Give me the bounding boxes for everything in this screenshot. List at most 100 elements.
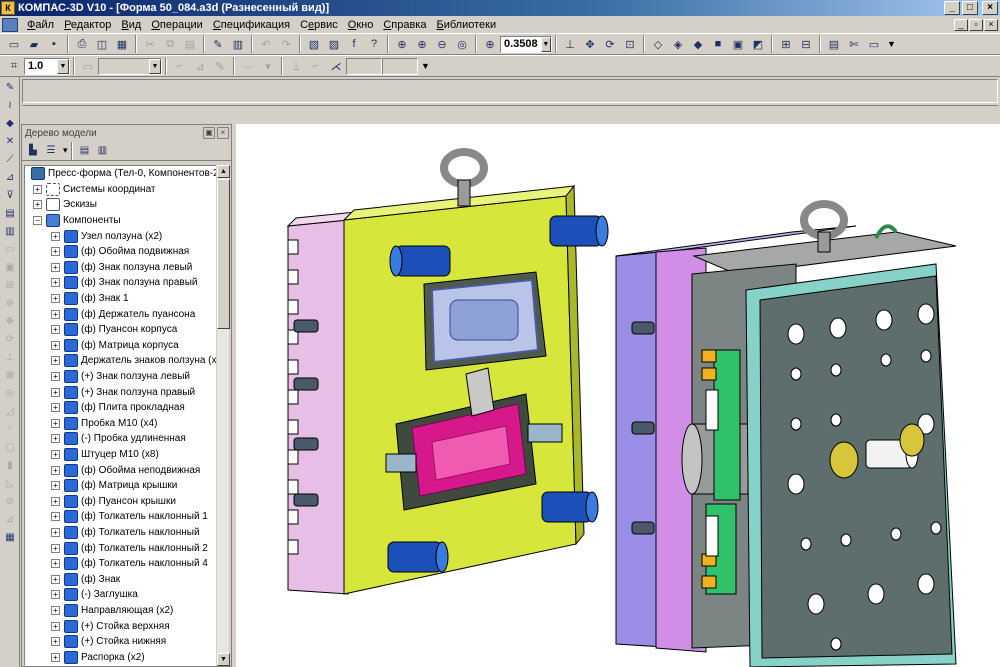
- chevron-down-icon[interactable]: ▼: [887, 39, 896, 49]
- tree-component-item[interactable]: + (ф) Пуансон корпуса: [25, 322, 219, 338]
- reports-icon[interactable]: ▥: [2, 223, 18, 239]
- expand-icon[interactable]: +: [51, 278, 60, 288]
- tree-component-item[interactable]: + (ф) Толкатель наклонный: [25, 525, 219, 541]
- grid-step-icon[interactable]: ⌗: [5, 57, 23, 75]
- bindings-icon[interactable]: ⋌: [327, 57, 345, 75]
- expand-icon[interactable]: +: [51, 605, 60, 615]
- tree-node-coordinate-systems[interactable]: + Системы координат: [25, 182, 219, 198]
- cut-icon[interactable]: ✂: [141, 35, 159, 53]
- rotate-component-icon[interactable]: ⟳: [2, 331, 18, 347]
- expand-icon[interactable]: +: [51, 325, 60, 335]
- menu-operations[interactable]: Операции: [146, 19, 207, 31]
- section-icon[interactable]: ⊟: [797, 35, 815, 53]
- tree-component-item[interactable]: + (ф) Знак: [25, 571, 219, 587]
- variables-icon[interactable]: ▧: [305, 35, 323, 53]
- rib-icon[interactable]: ▮: [2, 457, 18, 473]
- function-icon[interactable]: f: [345, 35, 363, 53]
- open-file-icon[interactable]: ▰: [25, 35, 43, 53]
- zoom-window-icon[interactable]: ⊕: [393, 35, 411, 53]
- tree-scrollbar[interactable]: ▲ ▼: [216, 165, 230, 666]
- expand-icon[interactable]: +: [51, 465, 60, 475]
- filter-icon[interactable]: ⊽: [2, 187, 18, 203]
- expand-icon[interactable]: +: [51, 418, 60, 428]
- chevron-down-icon[interactable]: ▾: [63, 145, 68, 156]
- assembly-tool-icon[interactable]: ▣: [2, 259, 18, 275]
- library-manager-icon[interactable]: ▥: [229, 35, 247, 53]
- expand-icon[interactable]: +: [51, 512, 60, 522]
- redo-icon[interactable]: ↷: [277, 35, 295, 53]
- tree-component-item[interactable]: + (+) Знак ползуна левый: [25, 369, 219, 385]
- menu-libraries[interactable]: Библиотеки: [432, 19, 502, 31]
- draft-icon[interactable]: ◺: [2, 475, 18, 491]
- tree-structure-icon[interactable]: ▙: [25, 143, 41, 159]
- measure-tool-icon[interactable]: ⊿: [2, 169, 18, 185]
- spatial-curves-icon[interactable]: ≀: [2, 97, 18, 113]
- chevron-down-icon[interactable]: ▼: [421, 61, 430, 71]
- properties-icon[interactable]: ✎: [209, 35, 227, 53]
- print-icon[interactable]: ⎙: [73, 35, 91, 53]
- tree-component-item[interactable]: + (ф) Плита прокладная: [25, 400, 219, 416]
- scroll-down-icon[interactable]: ▼: [217, 653, 230, 666]
- cursor-position-icon[interactable]: ⊥: [287, 57, 305, 75]
- mates-icon[interactable]: ⊞: [2, 277, 18, 293]
- tree-component-item[interactable]: + (ф) Толкатель наклонный 1: [25, 509, 219, 525]
- snap-icon[interactable]: ✎: [211, 57, 229, 75]
- expand-icon[interactable]: +: [51, 247, 60, 257]
- doc-minimize-button[interactable]: _: [954, 18, 968, 31]
- tree-component-item[interactable]: + (ф) Знак ползуна правый: [25, 275, 219, 291]
- tree-component-item[interactable]: + Держатель знаков ползуна (x2): [25, 353, 219, 369]
- ortho-icon[interactable]: ⊿: [191, 57, 209, 75]
- menu-help[interactable]: Справка: [378, 19, 431, 31]
- mirror-icon[interactable]: ⊿: [2, 511, 18, 527]
- print-preview-icon[interactable]: ◫: [93, 35, 111, 53]
- chevron-down-icon[interactable]: ▼: [540, 36, 551, 52]
- layer-select[interactable]: ▼: [98, 57, 162, 75]
- measure-icon[interactable]: ⊞: [777, 35, 795, 53]
- menu-service[interactable]: Сервис: [295, 19, 343, 31]
- zoom-scale-select[interactable]: 0.3508 ▼: [500, 35, 552, 53]
- expand-icon[interactable]: +: [51, 231, 60, 241]
- edit-part-icon[interactable]: ✎: [2, 79, 18, 95]
- display-icon[interactable]: ▭: [865, 35, 883, 53]
- tree-component-item[interactable]: + (ф) Матрица корпуса: [25, 338, 219, 354]
- preview-icon[interactable]: ▦: [113, 35, 131, 53]
- tree-sort-icon[interactable]: ▤: [77, 143, 93, 159]
- maximize-button[interactable]: □: [962, 1, 978, 15]
- save-icon[interactable]: ▪: [45, 35, 63, 53]
- chamfer-icon[interactable]: ◿: [2, 403, 18, 419]
- expand-icon[interactable]: +: [51, 449, 60, 459]
- paste-icon[interactable]: ▤: [181, 35, 199, 53]
- perspective-icon[interactable]: ◩: [749, 35, 767, 53]
- shell-icon[interactable]: ▢: [2, 439, 18, 455]
- expand-icon[interactable]: +: [51, 527, 60, 537]
- tree-component-item[interactable]: + (ф) Толкатель наклонный 4: [25, 556, 219, 572]
- split-icon[interactable]: ⊘: [2, 493, 18, 509]
- tree-component-item[interactable]: + (ф) Знак 1: [25, 291, 219, 307]
- menu-window[interactable]: Окно: [343, 19, 379, 31]
- expand-icon[interactable]: +: [51, 481, 60, 491]
- round-icon[interactable]: ⌐: [307, 57, 325, 75]
- step-select[interactable]: 1.0 ▼: [24, 57, 70, 75]
- tree-component-item[interactable]: + (+) Стойка нижняя: [25, 634, 219, 650]
- tree-component-item[interactable]: + (+) Стойка верхняя: [25, 618, 219, 634]
- arrays-icon[interactable]: ✕: [2, 133, 18, 149]
- expand-icon[interactable]: +: [51, 294, 60, 304]
- expand-icon[interactable]: +: [51, 372, 60, 382]
- tree-component-item[interactable]: + (ф) Обойма подвижная: [25, 244, 219, 260]
- expand-icon[interactable]: +: [51, 434, 60, 444]
- expand-icon[interactable]: +: [33, 184, 42, 194]
- tree-component-item[interactable]: + (ф) Пуансон крышки: [25, 493, 219, 509]
- expand-icon[interactable]: +: [51, 574, 60, 584]
- spec-icon[interactable]: ▤: [825, 35, 843, 53]
- expand-icon[interactable]: +: [51, 559, 60, 569]
- tree-node-components[interactable]: − Компоненты: [25, 213, 219, 229]
- zoom-in-icon[interactable]: ⊕: [413, 35, 431, 53]
- tree-component-item[interactable]: + Штуцер М10 (x8): [25, 447, 219, 463]
- help-cursor-icon[interactable]: ?: [365, 35, 383, 53]
- tree-component-item[interactable]: + Пробка М10 (x4): [25, 416, 219, 432]
- tree-component-item[interactable]: + (+) Знак ползуна правый: [25, 384, 219, 400]
- shaded-icon[interactable]: ■: [709, 35, 727, 53]
- chevron-down-icon[interactable]: ▼: [149, 58, 161, 74]
- menu-specification[interactable]: Спецификация: [208, 19, 295, 31]
- new-file-icon[interactable]: ▭: [5, 35, 23, 53]
